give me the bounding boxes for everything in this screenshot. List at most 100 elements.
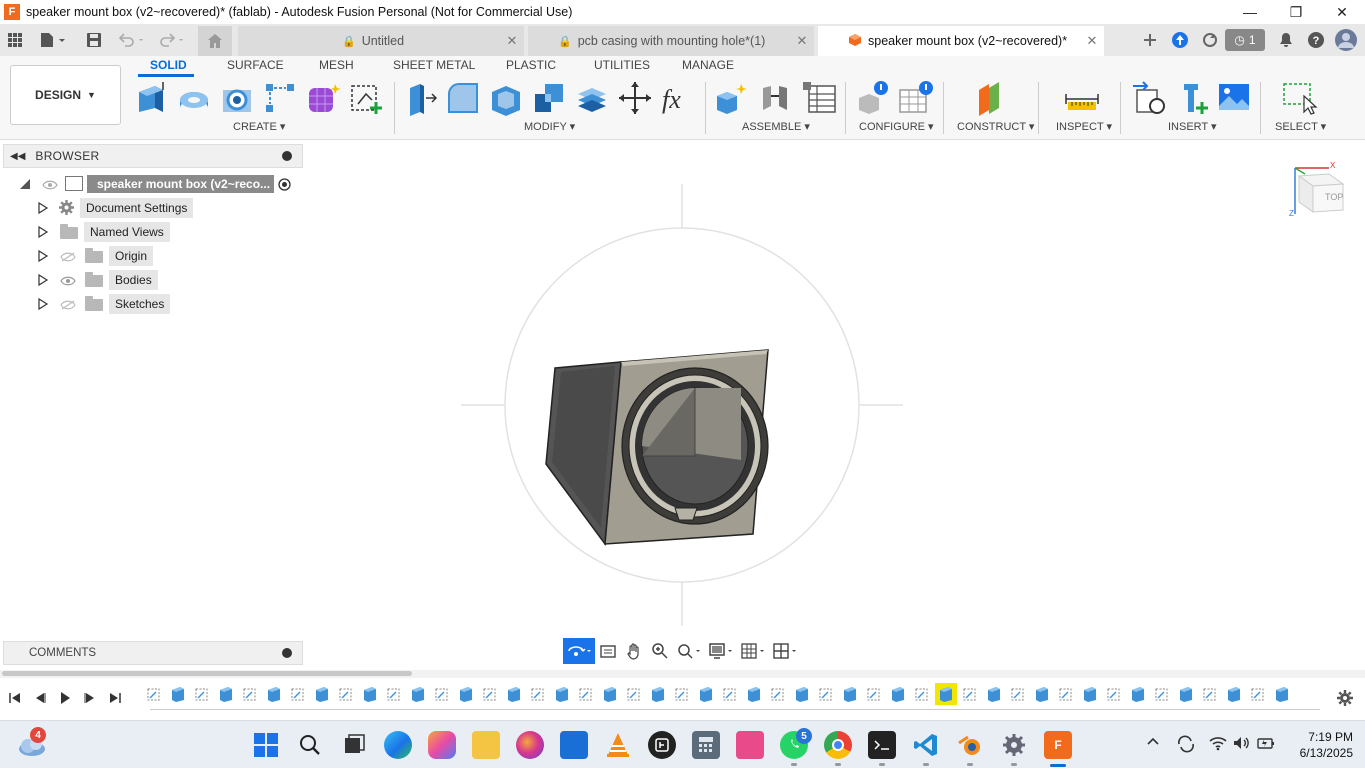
timeline-sketch-icon[interactable]	[866, 686, 882, 702]
root-component[interactable]: speaker mount box (v2~reco...	[87, 175, 274, 193]
close-button[interactable]: ✕	[1319, 0, 1365, 24]
bill-of-materials-icon[interactable]	[801, 80, 837, 116]
timeline-extrude-icon[interactable]	[746, 686, 762, 702]
timeline-extrude-icon[interactable]	[170, 686, 186, 702]
tab-mesh[interactable]: MESH	[319, 58, 354, 72]
shell-icon[interactable]	[488, 80, 524, 116]
photos-icon[interactable]	[736, 731, 764, 759]
timeline-prev-icon[interactable]	[30, 688, 50, 708]
insert-mcmaster-icon[interactable]	[1174, 80, 1210, 116]
panel-options-icon[interactable]	[282, 151, 292, 161]
timeline-sketch-icon[interactable]	[1010, 686, 1026, 702]
new-tab-icon[interactable]	[1135, 25, 1165, 55]
timeline-start-icon[interactable]	[5, 688, 25, 708]
timeline-sketch-icon[interactable]	[1154, 686, 1170, 702]
microsoft-store-icon[interactable]	[560, 731, 588, 759]
timeline-extrude-icon[interactable]	[890, 686, 906, 702]
settings-icon[interactable]	[1000, 731, 1028, 759]
file-menu-icon[interactable]	[36, 28, 70, 52]
timeline-extrude-icon[interactable]	[266, 686, 282, 702]
timeline-sketch-icon[interactable]	[1058, 686, 1074, 702]
display-settings-icon[interactable]	[705, 638, 737, 664]
timeline-extrude-icon[interactable]	[506, 686, 522, 702]
timeline-extrude-icon[interactable]	[362, 686, 378, 702]
create-menu[interactable]: CREATE ▾	[233, 120, 285, 133]
tab-manage[interactable]: MANAGE	[682, 58, 734, 72]
move-icon[interactable]	[617, 80, 653, 116]
expand-icon[interactable]	[37, 273, 49, 287]
timeline-sketch-icon[interactable]	[290, 686, 306, 702]
eye-icon[interactable]	[42, 179, 58, 190]
configuration-table-icon[interactable]	[898, 80, 934, 116]
workspace-switcher[interactable]: DESIGN ▼	[10, 65, 121, 125]
grid-settings-icon[interactable]	[737, 638, 769, 664]
create-sketch-icon[interactable]	[348, 80, 384, 116]
expand-icon[interactable]	[37, 225, 49, 239]
calculator-icon[interactable]	[692, 731, 720, 759]
measure-icon[interactable]	[1064, 80, 1100, 116]
timeline-sketch-icon[interactable]	[338, 686, 354, 702]
tree-item-sketches[interactable]: Sketches	[109, 294, 171, 314]
timeline-sketch-icon[interactable]	[818, 686, 834, 702]
tab-utilities[interactable]: UTILITIES	[594, 58, 650, 72]
select-icon[interactable]	[1282, 80, 1318, 116]
bitwarden-icon[interactable]	[648, 731, 676, 759]
viewcube[interactable]: TOP X Z	[1285, 161, 1347, 221]
eye-hidden-icon[interactable]	[60, 299, 76, 310]
insert-derive-icon[interactable]	[1131, 80, 1167, 116]
fit-icon[interactable]	[673, 638, 705, 664]
tree-item-document-settings[interactable]: Document Settings	[80, 198, 194, 218]
timeline-sketch-icon[interactable]	[770, 686, 786, 702]
timeline-sketch-icon[interactable]	[386, 686, 402, 702]
timeline-sketch-icon[interactable]	[146, 686, 162, 702]
timeline-scrollbar[interactable]	[0, 670, 1365, 678]
maximize-button[interactable]: ❐	[1273, 0, 1319, 24]
timeline-extrude-icon[interactable]	[1226, 686, 1242, 702]
chevron-up-icon[interactable]	[1146, 735, 1160, 752]
vlc-icon[interactable]	[604, 731, 632, 759]
timeline-extrude-icon[interactable]	[1082, 686, 1098, 702]
new-component-icon[interactable]	[713, 80, 749, 116]
job-status-indicator[interactable]: ◷ 1	[1225, 29, 1265, 51]
eye-icon[interactable]	[60, 275, 76, 286]
activate-component-icon[interactable]	[278, 178, 291, 194]
combine-icon[interactable]	[531, 80, 567, 116]
extrude-icon[interactable]	[133, 80, 169, 116]
tab-plastic[interactable]: PLASTIC	[506, 58, 556, 72]
timeline-sketch-icon[interactable]	[1202, 686, 1218, 702]
timeline-extrude-icon[interactable]	[602, 686, 618, 702]
timeline-sketch-icon[interactable]	[1106, 686, 1122, 702]
select-menu[interactable]: SELECT ▾	[1275, 120, 1326, 133]
modify-menu[interactable]: MODIFY ▾	[524, 120, 575, 133]
timeline-extrude-icon[interactable]	[1034, 686, 1050, 702]
look-at-icon[interactable]	[595, 638, 621, 664]
timeline-extrude-icon[interactable]	[1130, 686, 1146, 702]
app-grid-icon[interactable]	[3, 28, 27, 52]
form-icon[interactable]	[305, 80, 341, 116]
user-avatar[interactable]	[1331, 25, 1361, 55]
revolve-icon[interactable]	[176, 80, 212, 116]
timeline-extrude-icon[interactable]	[794, 686, 810, 702]
timeline-extrude-icon[interactable]	[986, 686, 1002, 702]
timeline-sketch-icon[interactable]	[722, 686, 738, 702]
orbit-icon[interactable]	[563, 638, 595, 664]
timeline-extrude-icon[interactable]	[842, 686, 858, 702]
battery-icon[interactable]	[1256, 735, 1276, 754]
timeline-extrude-icon[interactable]	[410, 686, 426, 702]
task-view-icon[interactable]	[340, 731, 368, 759]
blender-icon[interactable]	[956, 731, 984, 759]
close-tab-icon[interactable]: ✕	[790, 33, 814, 49]
offset-plane-icon[interactable]	[975, 80, 1011, 116]
timeline-end-icon[interactable]	[105, 688, 125, 708]
timeline-sketch-icon[interactable]	[1250, 686, 1266, 702]
zoom-icon[interactable]	[647, 638, 673, 664]
timeline-sketch-icon[interactable]	[962, 686, 978, 702]
home-icon[interactable]	[198, 26, 232, 56]
tree-item-origin[interactable]: Origin	[109, 246, 154, 266]
viewports-icon[interactable]	[769, 638, 801, 664]
save-icon[interactable]	[82, 28, 106, 52]
expand-icon[interactable]	[37, 249, 49, 263]
sync-icon[interactable]	[1195, 25, 1225, 55]
wifi-icon[interactable]	[1208, 735, 1228, 754]
add-comment-icon[interactable]	[282, 648, 292, 658]
